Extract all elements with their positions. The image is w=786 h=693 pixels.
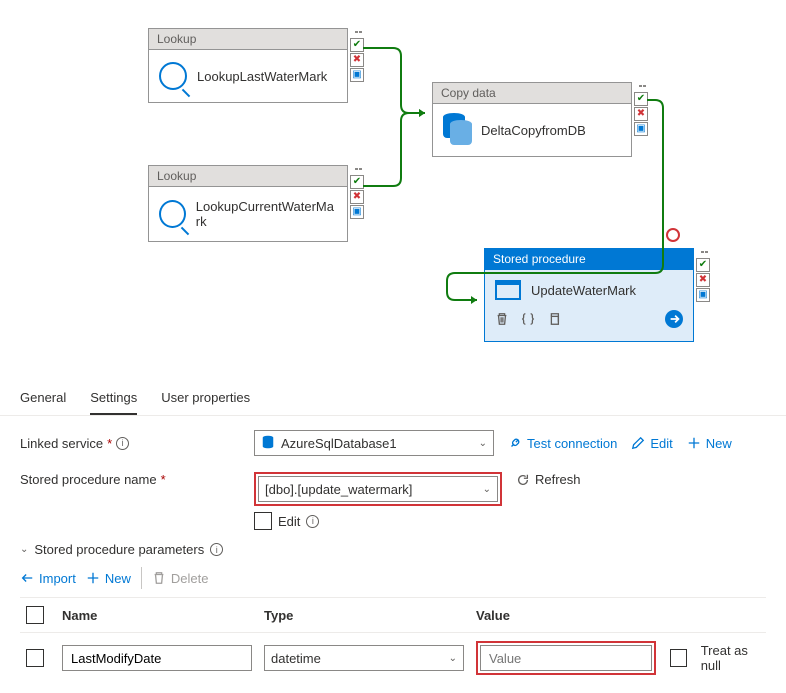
activity-stored-procedure[interactable]: Stored procedure UpdateWaterMark	[484, 248, 694, 342]
col-header-type: Type	[264, 608, 464, 623]
params-toolbar: Import New Delete	[0, 559, 786, 597]
info-icon[interactable]: i	[116, 437, 129, 450]
test-connection-button[interactable]: Test connection	[508, 436, 617, 451]
tab-user-properties[interactable]: User properties	[161, 382, 250, 415]
activity-type-label: Lookup	[149, 166, 347, 187]
linked-service-label: Linked service * i	[20, 436, 240, 451]
stored-procedure-name-dropdown[interactable]: [dbo].[update_watermark] ⌄	[258, 476, 498, 502]
lookup-icon	[159, 62, 187, 90]
activity-name: UpdateWaterMark	[531, 283, 636, 298]
braces-icon[interactable]	[521, 312, 535, 329]
delete-param-button: Delete	[152, 571, 209, 586]
params-grid: Name Type Value datetime ⌄ Treat as null	[0, 597, 786, 693]
new-button[interactable]: New	[687, 436, 732, 451]
activity-name: LookupCurrentWaterMark	[196, 199, 337, 229]
chevron-down-icon: ⌄	[449, 653, 457, 664]
database-icon	[261, 435, 275, 452]
treat-as-null-label: Treat as null	[701, 643, 766, 673]
param-type-dropdown[interactable]: datetime ⌄	[264, 645, 464, 671]
lookup-icon	[159, 200, 186, 228]
property-tabs: General Settings User properties	[0, 378, 786, 416]
grid-header-row: Name Type Value	[20, 597, 766, 633]
arrow-circle-icon[interactable]	[665, 310, 683, 331]
stored-procedure-name-label: Stored procedure name *	[20, 472, 240, 487]
param-value-input[interactable]	[480, 645, 652, 671]
refresh-button[interactable]: Refresh	[516, 472, 581, 487]
import-button[interactable]: Import	[20, 571, 76, 586]
copy-data-icon	[443, 116, 471, 144]
status-handles[interactable]: ✔ ✖ ▣	[696, 251, 710, 302]
stored-procedure-name-value: [dbo].[update_watermark]	[265, 482, 477, 497]
param-type-value: datetime	[271, 651, 443, 666]
connector	[363, 48, 433, 118]
select-all-checkbox[interactable]	[26, 606, 44, 624]
connector	[363, 113, 433, 188]
new-param-button[interactable]: New	[86, 571, 131, 586]
status-handles[interactable]: ✔ ✖ ▣	[350, 168, 364, 219]
activity-name: DeltaCopyfromDB	[481, 123, 586, 138]
activity-type-label: Copy data	[433, 83, 631, 104]
edit-checkbox-label: Edit	[278, 514, 300, 529]
tab-general[interactable]: General	[20, 382, 66, 415]
linked-service-dropdown[interactable]: AzureSqlDatabase1 ⌄	[254, 430, 494, 456]
divider	[141, 567, 142, 589]
linked-service-value: AzureSqlDatabase1	[281, 436, 473, 451]
info-icon[interactable]: i	[210, 543, 223, 556]
activity-type-label: Lookup	[149, 29, 347, 50]
pipeline-canvas[interactable]: Lookup LookupLastWaterMark ✔ ✖ ▣ Lookup …	[0, 0, 786, 375]
status-handles[interactable]: ✔ ✖ ▣	[350, 31, 364, 82]
settings-form: Linked service * i AzureSqlDatabase1 ⌄ T…	[0, 416, 786, 540]
activity-lookup-last[interactable]: Lookup LookupLastWaterMark	[148, 28, 348, 103]
tab-settings[interactable]: Settings	[90, 382, 137, 415]
chevron-down-icon: ⌄	[483, 484, 491, 495]
copy-icon[interactable]	[547, 312, 561, 329]
col-header-name: Name	[62, 608, 252, 623]
edit-checkbox[interactable]	[254, 512, 272, 530]
row-checkbox[interactable]	[26, 649, 44, 667]
stored-procedure-icon	[495, 280, 521, 300]
breakpoint-indicator[interactable]	[666, 228, 680, 242]
edit-button[interactable]: Edit	[631, 436, 672, 451]
activity-name: LookupLastWaterMark	[197, 69, 327, 84]
sp-parameters-section-header[interactable]: ⌄ Stored procedure parameters i	[0, 540, 786, 559]
activity-type-label: Stored procedure	[485, 249, 693, 270]
treat-as-null-checkbox[interactable]	[670, 649, 687, 667]
delete-icon[interactable]	[495, 312, 509, 329]
param-name-input[interactable]	[62, 645, 252, 671]
chevron-down-icon: ⌄	[20, 544, 28, 555]
param-row: datetime ⌄ Treat as null	[20, 633, 766, 683]
col-header-value: Value	[476, 608, 766, 623]
activity-lookup-current[interactable]: Lookup LookupCurrentWaterMark	[148, 165, 348, 242]
status-handles[interactable]: ✔ ✖ ▣	[634, 85, 648, 136]
info-icon[interactable]: i	[306, 515, 319, 528]
activity-copy-data[interactable]: Copy data DeltaCopyfromDB	[432, 82, 632, 157]
chevron-down-icon: ⌄	[479, 438, 487, 449]
